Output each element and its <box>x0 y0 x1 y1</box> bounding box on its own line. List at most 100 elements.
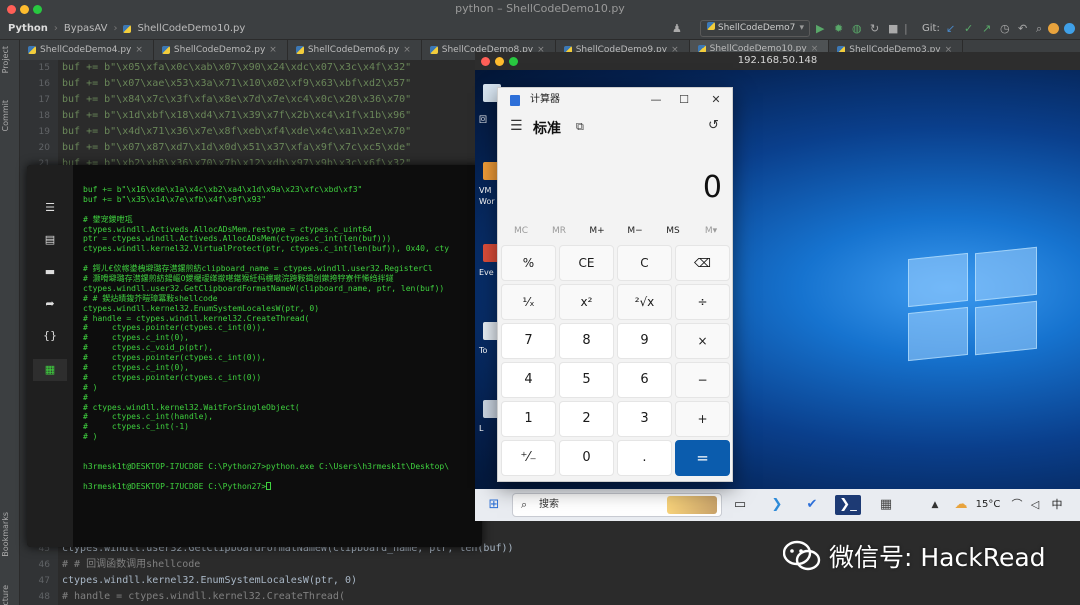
negate-button[interactable]: ⁺⁄₋ <box>501 440 556 476</box>
history-icon[interactable]: ↺ <box>708 118 719 133</box>
folder-icon[interactable]: ▬ <box>38 261 62 283</box>
close-dot-icon[interactable] <box>7 5 16 14</box>
history-icon[interactable]: ◷ <box>1000 21 1010 37</box>
tab-shellcodedemo4[interactable]: ShellCodeDemo4.py × <box>20 40 154 60</box>
zoom-dot-icon[interactable] <box>33 5 42 14</box>
network-icon[interactable]: ⌒ <box>1009 489 1025 521</box>
reciprocal-button[interactable]: ¹⁄ₓ <box>501 284 556 320</box>
code-line[interactable]: buf += b"\x4d\x71\x36\x7e\x8f\xeb\xf4\xd… <box>62 124 411 140</box>
code-line[interactable]: buf += b"\x07\xae\x53\x3a\x71\x10\x02\xf… <box>62 76 411 92</box>
search-everywhere-icon[interactable]: ⌕ <box>1036 21 1042 37</box>
bookmarks-tool-button[interactable]: Bookmarks <box>1 512 10 557</box>
minimize-icon[interactable]: — <box>642 88 670 112</box>
debug-icon[interactable]: ✹ <box>834 21 843 37</box>
start-icon[interactable]: ⊞ <box>483 489 505 521</box>
taskbar-search[interactable]: ⌕ 搜索 <box>512 493 722 517</box>
digit-4-button[interactable]: 4 <box>501 362 556 398</box>
structure-tool-button[interactable]: Structure <box>1 585 10 605</box>
digit-1-button[interactable]: 1 <box>501 401 556 437</box>
minimize-dot-icon[interactable] <box>20 5 29 14</box>
digit-8-button[interactable]: 8 <box>559 323 614 359</box>
code-icon[interactable]: {} <box>38 325 62 347</box>
breadcrumb-file[interactable]: ShellCodeDemo10.py <box>137 23 245 34</box>
run-configuration-select[interactable]: ShellCodeDemo7 ▾ <box>700 20 810 37</box>
memory-add-button[interactable]: M+ <box>578 220 616 242</box>
clear-button[interactable]: C <box>617 245 672 281</box>
digit-5-button[interactable]: 5 <box>559 362 614 398</box>
breadcrumb-folder[interactable]: BypasAV <box>64 23 108 34</box>
code-line[interactable]: buf += b"\x07\x87\xd7\x1d\x0d\x51\x37\xf… <box>62 140 411 156</box>
digit-7-button[interactable]: 7 <box>501 323 556 359</box>
square-root-button[interactable]: ²√x <box>617 284 672 320</box>
hamburger-menu-icon[interactable]: ☰ <box>510 118 523 134</box>
digit-2-button[interactable]: 2 <box>559 401 614 437</box>
menu-icon[interactable]: ☰ <box>38 197 62 219</box>
coverage-icon[interactable]: ◍ <box>852 21 862 37</box>
git-update-icon[interactable]: ↙ <box>946 21 955 37</box>
calculator-taskbar-icon[interactable]: ▦ <box>873 489 899 521</box>
commit-tool-button[interactable]: Commit <box>1 100 10 131</box>
forward-icon[interactable]: ➦ <box>38 293 62 315</box>
zoom-dot-icon[interactable] <box>509 57 518 66</box>
git-commit-icon[interactable]: ✓ <box>964 21 973 37</box>
code-line[interactable]: # handle = ctypes.windll.kernel32.Create… <box>62 589 345 605</box>
digit-3-button[interactable]: 3 <box>617 401 672 437</box>
decimal-button[interactable]: . <box>617 440 672 476</box>
code-line[interactable]: ctypes.windll.kernel32.EnumSystemLocales… <box>62 573 357 589</box>
code-line[interactable]: buf += b"\x05\xfa\x0c\xab\x07\x90\x24\xd… <box>62 60 411 76</box>
minimize-dot-icon[interactable] <box>495 57 504 66</box>
calculator-window[interactable]: 计算器 — ☐ ✕ ☰ 标准 ⧉ ↺ 0 MC MR M+ M− MS M▾ %… <box>497 87 733 482</box>
code-line[interactable]: # # 回调函数调用shellcode <box>62 557 200 573</box>
memory-list-button[interactable]: M▾ <box>692 220 730 242</box>
close-icon[interactable]: × <box>135 45 143 55</box>
user-icon[interactable]: ♟ <box>672 21 682 37</box>
memory-subtract-button[interactable]: M− <box>616 220 654 242</box>
memory-recall-button[interactable]: MR <box>540 220 578 242</box>
close-icon[interactable]: ✕ <box>702 88 730 112</box>
rollback-icon[interactable]: ↶ <box>1018 21 1027 37</box>
volume-icon[interactable]: ◁ <box>1027 489 1043 521</box>
percent-button[interactable]: % <box>501 245 556 281</box>
ide-logo-icon[interactable] <box>1064 23 1075 34</box>
memory-clear-button[interactable]: MC <box>502 220 540 242</box>
git-push-icon[interactable]: ↗ <box>982 21 991 37</box>
close-dot-icon[interactable] <box>481 57 490 66</box>
memory-store-button[interactable]: MS <box>654 220 692 242</box>
server-icon[interactable]: ▤ <box>38 229 62 251</box>
maximize-icon[interactable]: ☐ <box>670 88 698 112</box>
close-icon[interactable]: × <box>269 45 277 55</box>
multiply-button[interactable]: × <box>675 323 730 359</box>
code-line[interactable]: buf += b"\x1d\xbf\x18\xd4\x71\x39\x7f\x2… <box>62 108 411 124</box>
terminal-window[interactable]: ☰ ▤ ▬ ➦ {} ▦ buf += b"\x16\xde\x1a\x4c\x… <box>27 165 482 547</box>
stop-icon[interactable]: ■ <box>888 21 898 37</box>
backspace-button[interactable]: ⌫ <box>675 245 730 281</box>
task-view-icon[interactable]: ▭ <box>727 489 753 521</box>
digit-6-button[interactable]: 6 <box>617 362 672 398</box>
windows-session-icon[interactable]: ▦ <box>33 359 67 381</box>
project-tool-button[interactable]: Project <box>1 46 10 73</box>
vscode-icon[interactable]: ❯ <box>764 489 790 521</box>
digit-9-button[interactable]: 9 <box>617 323 672 359</box>
run-icon[interactable]: ▶ <box>816 21 824 37</box>
keep-on-top-icon[interactable]: ⧉ <box>576 120 584 134</box>
ime-indicator[interactable]: 中 <box>1047 489 1067 521</box>
powershell-icon[interactable]: ❯_ <box>835 495 861 515</box>
square-button[interactable]: x² <box>559 284 614 320</box>
terminal-output[interactable]: buf += b"\x16\xde\x1a\x4c\xb2\xa4\x1d\x9… <box>83 185 482 492</box>
add-button[interactable]: + <box>675 401 730 437</box>
digit-0-button[interactable]: 0 <box>559 440 614 476</box>
tab-shellcodedemo6[interactable]: ShellCodeDemo6.py × <box>288 40 422 60</box>
terminal-prompt[interactable]: h3rmesk1t@DESKTOP-I7UCD8E C:\Python27> <box>83 482 482 492</box>
notification-icon[interactable] <box>1048 23 1059 34</box>
chevron-up-icon[interactable]: ▲ <box>929 489 941 521</box>
close-icon[interactable]: × <box>403 45 411 55</box>
subtract-button[interactable]: − <box>675 362 730 398</box>
app-icon[interactable]: ✔ <box>799 489 825 521</box>
weather-temp[interactable]: 15°C <box>973 489 1003 521</box>
code-line[interactable]: buf += b"\x84\x7c\x3f\xfa\x8e\x7d\x7e\xc… <box>62 92 411 108</box>
tab-shellcodedemo2[interactable]: ShellCodeDemo2.py × <box>154 40 288 60</box>
breadcrumb-project[interactable]: Python <box>8 23 48 34</box>
divide-button[interactable]: ÷ <box>675 284 730 320</box>
equals-button[interactable]: = <box>675 440 730 476</box>
reload-icon[interactable]: ↻ <box>870 21 879 37</box>
